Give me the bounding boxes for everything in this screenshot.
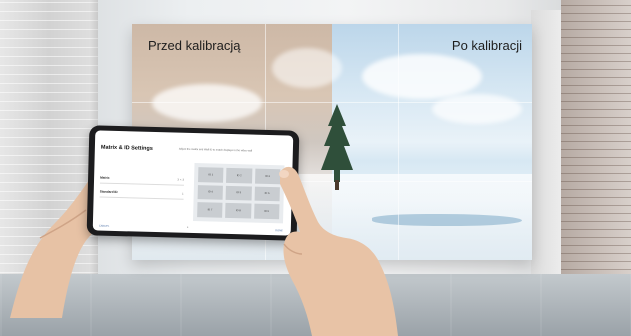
cloud bbox=[432, 94, 522, 124]
matrix-cell[interactable]: ID 1 bbox=[198, 167, 224, 183]
app-description: Adjust the matrix and Wall ID to match d… bbox=[178, 147, 253, 153]
cloud bbox=[272, 48, 342, 88]
page-indicator-icon: ● bbox=[186, 225, 189, 229]
matrix-cell[interactable]: ID 4 bbox=[197, 184, 224, 201]
right-wall-panel bbox=[531, 10, 561, 290]
bezel-line bbox=[132, 102, 532, 103]
standard-id-field-label: Standard ID bbox=[99, 189, 118, 195]
cloud bbox=[362, 54, 482, 99]
matrix-cell[interactable]: ID 5 bbox=[225, 185, 252, 201]
matrix-cell[interactable]: ID 8 bbox=[225, 203, 252, 219]
standard-id-field[interactable]: Standard ID 1 bbox=[99, 188, 184, 200]
matrix-field-value: 3 × 3 bbox=[177, 177, 185, 182]
matrix-field-label: Matrix bbox=[100, 175, 110, 180]
matrix-cell[interactable]: ID 2 bbox=[226, 167, 253, 184]
app-title: Matrix & ID Settings bbox=[100, 144, 153, 152]
right-brick-wall bbox=[561, 0, 631, 310]
standard-id-field-value: 1 bbox=[181, 191, 184, 196]
photo-scene: Przed kalibracją Po kalibracji Matrix & … bbox=[0, 0, 631, 336]
right-hand bbox=[279, 166, 398, 336]
cloud bbox=[152, 84, 262, 122]
matrix-cell[interactable]: ID 7 bbox=[197, 202, 223, 218]
after-calibration-label: Po kalibracji bbox=[451, 38, 522, 53]
matrix-field[interactable]: Matrix 3 × 3 bbox=[99, 174, 185, 186]
before-calibration-label: Przed kalibracją bbox=[148, 38, 241, 53]
cancel-button[interactable]: CANCEL bbox=[99, 225, 110, 228]
